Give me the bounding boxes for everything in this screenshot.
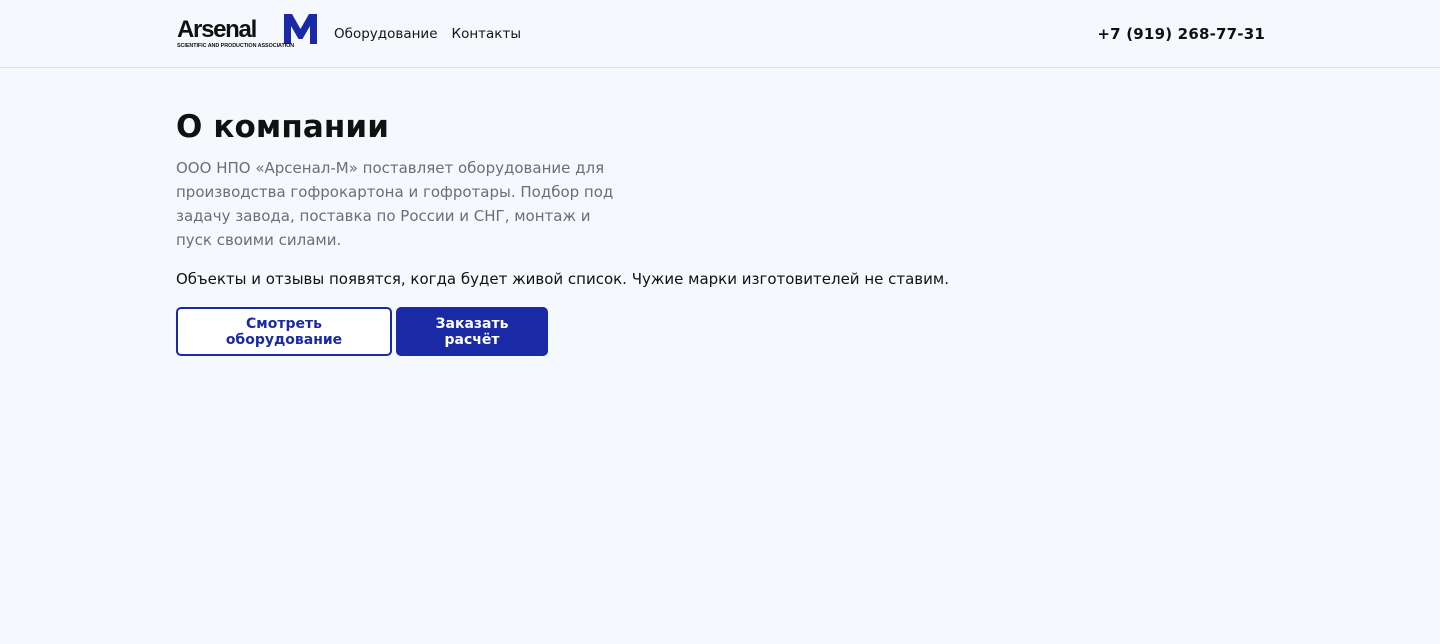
nav-item-contacts[interactable]: Контакты: [452, 25, 521, 43]
main-nav: Оборудование Контакты: [334, 25, 521, 43]
main-content: О компании ООО НПО «Арсенал-М» поставляе…: [176, 108, 1264, 356]
phone-link[interactable]: +7 (919) 268-77-31: [1097, 25, 1265, 43]
page-title: О компании: [176, 109, 390, 145]
logo-tagline: SCIENTIFIC AND PRODUCTION ASSOCIATION: [177, 43, 295, 49]
order-calculation-button[interactable]: Заказать расчёт: [396, 307, 548, 356]
view-equipment-button[interactable]: Смотреть оборудование: [176, 307, 392, 356]
logo-wordmark: Arsenal: [177, 16, 257, 43]
logo[interactable]: Arsenal SCIENTIFIC AND PRODUCTION ASSOCI…: [176, 14, 318, 52]
nav-item-equipment[interactable]: Оборудование: [334, 25, 438, 43]
company-description: ООО НПО «Арсенал-М» поставляет оборудова…: [176, 159, 614, 249]
company-note: Объекты и отзывы появятся, когда будет ж…: [176, 270, 949, 288]
action-buttons: Смотреть оборудование Заказать расчёт: [176, 307, 1264, 356]
logo-m-icon: [284, 14, 317, 44]
header-inner: Arsenal SCIENTIFIC AND PRODUCTION ASSOCI…: [176, 0, 1265, 68]
site-header: Arsenal SCIENTIFIC AND PRODUCTION ASSOCI…: [0, 0, 1440, 68]
